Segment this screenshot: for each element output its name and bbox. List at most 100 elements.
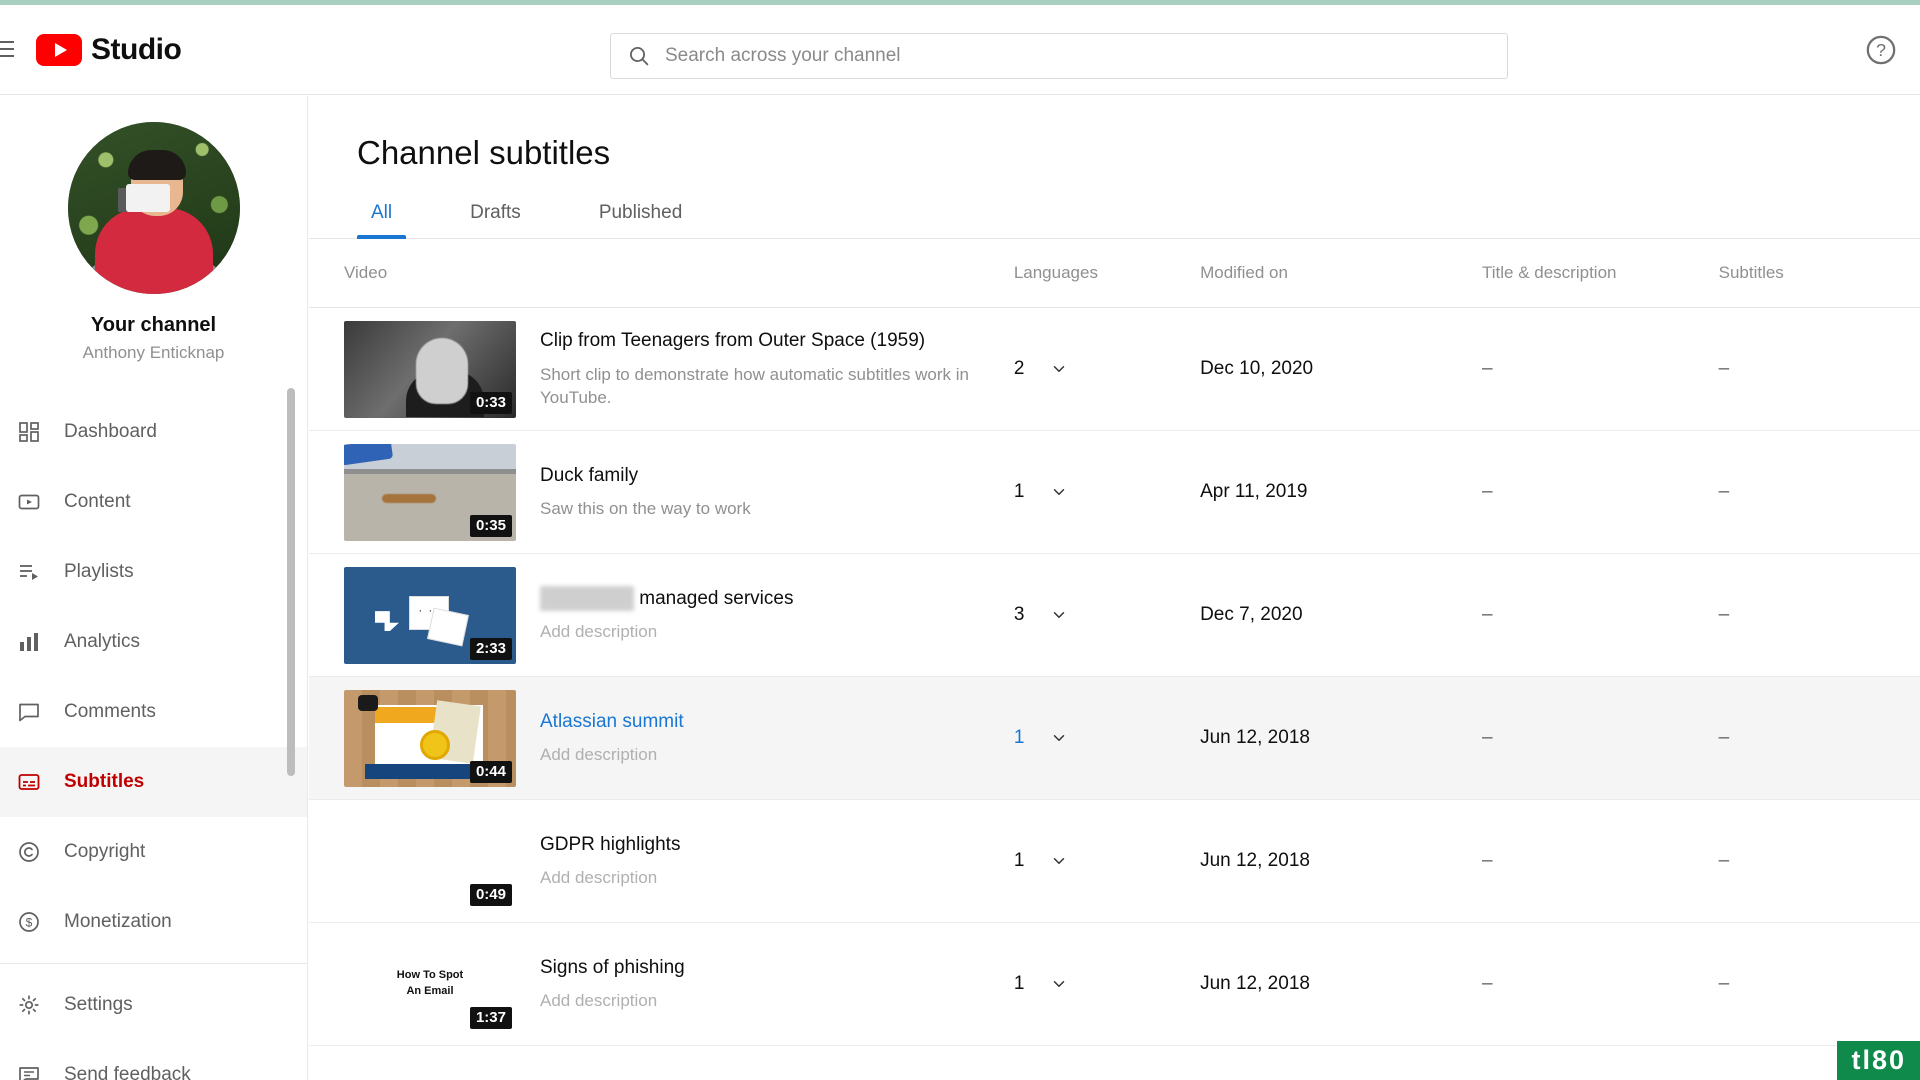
sidebar-item-send-feedback[interactable]: Send feedback	[0, 1040, 307, 1080]
subtitles-value: –	[1718, 481, 1730, 502]
sidebar: Your channel Anthony Enticknap Dashboard…	[0, 96, 308, 1080]
chevron-down-icon[interactable]	[1050, 360, 1068, 378]
hamburger-menu-icon[interactable]	[0, 41, 14, 57]
chevron-down-icon[interactable]	[1050, 729, 1068, 747]
sidebar-item-copyright[interactable]: Copyright	[0, 817, 307, 887]
duration-badge: 0:44	[469, 760, 512, 783]
subtitles-table: Video Languages Modified on Title & desc…	[309, 239, 1920, 1046]
modified-date: Apr 11, 2019	[1200, 481, 1308, 502]
tab-bar: All Drafts Published	[309, 202, 1920, 239]
video-title[interactable]: Duck family	[540, 463, 751, 489]
video-description[interactable]: Add description	[540, 989, 685, 1013]
sidebar-divider	[0, 963, 307, 964]
feedback-icon	[16, 1062, 42, 1080]
table-row[interactable]: 0:33 Clip from Teenagers from Outer Spac…	[309, 308, 1920, 431]
language-count: 1	[1013, 973, 1025, 994]
video-description[interactable]: Add description	[540, 743, 684, 767]
gear-icon	[16, 992, 42, 1018]
video-title[interactable]: Clip from Teenagers from Outer Space (19…	[540, 328, 1014, 354]
video-description[interactable]: Add description	[540, 620, 793, 644]
search-input[interactable]	[665, 45, 1491, 67]
video-title-text: managed services	[633, 587, 794, 609]
table-row[interactable]: How To Spot An Email 1:37 Signs of phish…	[309, 923, 1920, 1046]
sidebar-item-label: Playlists	[64, 561, 134, 582]
avatar[interactable]	[67, 122, 240, 294]
modified-date: Jun 12, 2018	[1200, 850, 1310, 871]
title-description-value: –	[1482, 358, 1493, 379]
language-count: 1	[1013, 727, 1025, 748]
video-thumbnail[interactable]: 2:33	[344, 566, 516, 664]
title-description-value: –	[1482, 604, 1493, 625]
table-row[interactable]: 0:49 GDPR highlights Add description 1 J…	[309, 800, 1920, 923]
chevron-down-icon[interactable]	[1050, 975, 1068, 993]
chevron-down-icon[interactable]	[1050, 483, 1068, 501]
help-circle-icon[interactable]: ?	[1864, 33, 1898, 67]
search-box[interactable]	[610, 33, 1508, 79]
languages-cell[interactable]: 1	[1014, 850, 1200, 872]
tab-all[interactable]: All	[357, 202, 407, 239]
app-header: Studio ?	[0, 5, 1920, 95]
youtube-studio-page: Studio ? Your channel Anth	[0, 0, 1920, 1080]
sidebar-item-subtitles[interactable]: Subtitles	[0, 747, 307, 817]
monetization-icon: $	[16, 909, 42, 935]
title-description-value: –	[1482, 727, 1493, 748]
sidebar-item-label: Dashboard	[64, 421, 157, 442]
tab-published[interactable]: Published	[585, 202, 696, 238]
video-thumbnail[interactable]: 0:44	[344, 689, 516, 787]
sidebar-item-label: Monetization	[64, 911, 172, 932]
column-header-subtitles: Subtitles	[1718, 239, 1920, 308]
sidebar-scrollbar[interactable]	[287, 388, 295, 776]
modified-date: Dec 10, 2020	[1200, 358, 1314, 379]
language-count: 2	[1013, 358, 1025, 379]
video-thumbnail[interactable]: 0:49	[344, 812, 516, 910]
column-header-video: Video	[309, 239, 1014, 308]
title-description-value: –	[1482, 481, 1493, 502]
video-title[interactable]: Atlassian summit	[540, 709, 684, 735]
sidebar-item-playlists[interactable]: Playlists	[0, 537, 307, 607]
sidebar-item-label: Analytics	[64, 631, 141, 652]
table-row[interactable]: 0:44 Atlassian summit Add description 1	[309, 676, 1920, 800]
duration-badge: 0:49	[469, 883, 512, 906]
tab-drafts[interactable]: Drafts	[456, 202, 535, 238]
chevron-down-icon[interactable]	[1050, 852, 1068, 870]
svg-text:$: $	[26, 916, 33, 930]
duration-badge: 0:35	[469, 514, 512, 537]
video-description[interactable]: Add description	[540, 866, 680, 890]
column-header-title-description: Title & description	[1482, 239, 1719, 308]
languages-cell[interactable]: 1	[1014, 481, 1200, 503]
video-thumbnail[interactable]: 0:33	[344, 320, 516, 418]
language-count: 3	[1013, 604, 1025, 625]
video-thumbnail[interactable]: How To Spot An Email 1:37	[344, 935, 516, 1033]
languages-cell[interactable]: 3	[1014, 604, 1200, 626]
video-description[interactable]: Saw this on the way to work	[540, 497, 751, 521]
video-title[interactable]: Clearvision managed services	[540, 585, 794, 612]
sidebar-item-dashboard[interactable]: Dashboard	[0, 397, 307, 467]
title-description-value: –	[1482, 850, 1493, 871]
video-title[interactable]: Signs of phishing	[540, 955, 685, 981]
duration-badge: 1:37	[469, 1006, 512, 1029]
video-title[interactable]: GDPR highlights	[540, 832, 680, 858]
video-description[interactable]: Short clip to demonstrate how automatic …	[540, 363, 1014, 411]
sidebar-item-settings[interactable]: Settings	[0, 970, 307, 1040]
copyright-icon	[16, 839, 42, 865]
sidebar-item-analytics[interactable]: Analytics	[0, 607, 307, 677]
watermark-badge: tl80	[1837, 1041, 1920, 1080]
modified-date: Jun 12, 2018	[1200, 727, 1310, 748]
table-row[interactable]: 2:33 Clearvision managed services Add de…	[309, 554, 1920, 677]
channel-title: Your channel	[90, 314, 217, 336]
languages-cell[interactable]: 1	[1014, 973, 1200, 995]
channel-owner: Anthony Enticknap	[82, 343, 225, 362]
sidebar-item-content[interactable]: Content	[0, 467, 307, 537]
sidebar-item-monetization[interactable]: $ Monetization	[0, 887, 307, 957]
chevron-down-icon[interactable]	[1050, 606, 1068, 624]
languages-cell[interactable]: 1	[1014, 727, 1200, 749]
sidebar-item-comments[interactable]: Comments	[0, 677, 307, 747]
sidebar-item-label: Comments	[64, 701, 156, 722]
subtitles-icon	[16, 769, 42, 795]
title-description-value: –	[1482, 973, 1493, 994]
video-thumbnail[interactable]: 0:35	[344, 443, 516, 541]
playlist-icon	[16, 559, 42, 585]
studio-brand[interactable]: Studio	[36, 33, 182, 67]
table-row[interactable]: 0:35 Duck family Saw this on the way to …	[309, 431, 1920, 554]
languages-cell[interactable]: 2	[1014, 358, 1200, 380]
